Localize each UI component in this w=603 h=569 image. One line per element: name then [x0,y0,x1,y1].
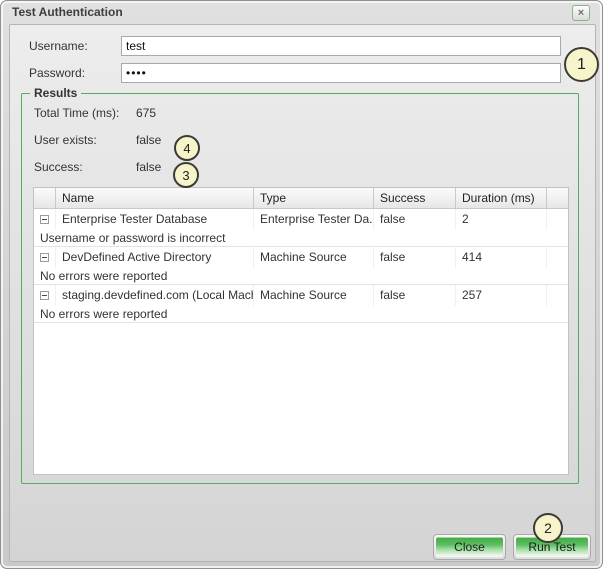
dialog-title: Test Authentication [12,5,123,19]
table-row[interactable]: Enterprise Tester Database Enterprise Te… [34,209,568,230]
user-exists-label: User exists: [34,133,97,147]
table-row-group: staging.devdefined.com (Local Machi... M… [34,285,568,323]
password-field[interactable] [121,63,561,83]
total-time-value: 675 [136,106,156,120]
cell-type: Machine Source [254,247,374,268]
table-row-group: Enterprise Tester Database Enterprise Te… [34,209,568,247]
table-row[interactable]: staging.devdefined.com (Local Machi... M… [34,285,568,306]
success-label: Success: [34,160,83,174]
row-expander-cell [34,247,56,268]
row-expander-cell [34,285,56,306]
row-detail-message: Username or password is incorrect [34,230,568,247]
cell-duration: 414 [456,247,547,268]
cell-spacer [547,209,568,230]
cell-spacer [547,285,568,306]
annotation-circle-4: 4 [174,135,200,161]
annotation-circle-2: 2 [533,513,563,543]
cell-type: Enterprise Tester Da... [254,209,374,230]
user-exists-value: false [136,133,161,147]
collapse-icon[interactable] [40,215,49,224]
cell-success: false [374,247,456,268]
cell-name: Enterprise Tester Database [56,209,254,230]
row-expander-cell [34,209,56,230]
results-legend: Results [30,85,81,101]
column-header-expander [34,188,56,208]
cell-success: false [374,209,456,230]
table-row[interactable]: DevDefined Active Directory Machine Sour… [34,247,568,268]
annotation-circle-1: 1 [564,47,599,82]
total-time-label: Total Time (ms): [34,106,119,120]
row-detail-message: No errors were reported [34,268,568,285]
cell-duration: 2 [456,209,547,230]
results-table: Name Type Success Duration (ms) Enterpri… [33,187,569,475]
cell-name: DevDefined Active Directory [56,247,254,268]
collapse-icon[interactable] [40,253,49,262]
close-button-label: Close [436,537,503,557]
column-header-spacer [547,188,568,208]
password-label: Password: [29,63,85,83]
username-field[interactable] [121,36,561,56]
cell-success: false [374,285,456,306]
dialog-titlebar[interactable]: Test Authentication [1,1,602,24]
column-header-name[interactable]: Name [56,188,254,208]
column-header-success[interactable]: Success [374,188,456,208]
close-icon[interactable]: × [572,5,590,21]
username-label: Username: [29,36,88,56]
test-authentication-dialog: Test Authentication × Username: Password… [0,0,603,569]
cell-name: staging.devdefined.com (Local Machi... [56,285,254,306]
collapse-icon[interactable] [40,291,49,300]
column-header-type[interactable]: Type [254,188,374,208]
success-value: false [136,160,161,174]
table-row-group: DevDefined Active Directory Machine Sour… [34,247,568,285]
annotation-circle-3: 3 [173,162,199,188]
table-header-row: Name Type Success Duration (ms) [34,188,568,209]
row-detail-message: No errors were reported [34,306,568,323]
column-header-duration[interactable]: Duration (ms) [456,188,547,208]
cell-spacer [547,247,568,268]
close-button[interactable]: Close [433,534,506,560]
cell-duration: 257 [456,285,547,306]
cell-type: Machine Source [254,285,374,306]
